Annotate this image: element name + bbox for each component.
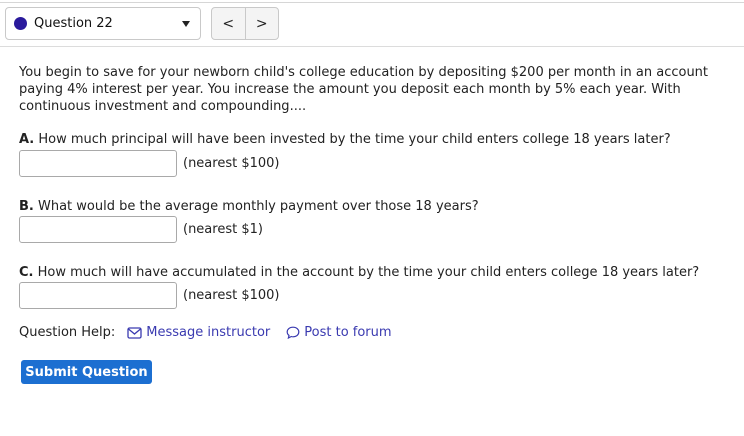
question-help-label: Question Help: [19, 325, 116, 340]
part-b-answer-input[interactable] [19, 216, 177, 243]
prev-question-button[interactable]: < [212, 8, 245, 39]
speech-bubble-icon [286, 326, 300, 339]
top-border [0, 2, 744, 3]
question-help: Question Help: Message instructor Post t… [19, 325, 408, 340]
part-a-hint: (nearest $100) [183, 156, 280, 171]
envelope-icon [127, 326, 142, 339]
next-question-button[interactable]: > [246, 8, 279, 39]
part-a-prefix: A. [19, 132, 35, 147]
caret-down-icon [182, 21, 190, 27]
question-text: You begin to save for your newborn child… [19, 65, 709, 114]
part-b-prefix: B. [19, 199, 34, 214]
submit-question-button[interactable]: Submit Question [21, 360, 152, 384]
message-instructor-label: Message instructor [146, 325, 271, 340]
question-select-label: Question 22 [34, 16, 113, 31]
part-b-prompt: B. What would be the average monthly pay… [19, 199, 479, 214]
part-c-prefix: C. [19, 265, 34, 280]
question-select[interactable]: Question 22 [5, 7, 201, 40]
part-b-text: What would be the average monthly paymen… [33, 199, 479, 214]
part-a-answer-input[interactable] [19, 150, 177, 177]
part-a-prompt: A. How much principal will have been inv… [19, 132, 671, 147]
part-c-answer-input[interactable] [19, 282, 177, 309]
part-a-text: How much principal will have been invest… [34, 132, 671, 147]
part-c-hint: (nearest $100) [183, 288, 280, 303]
part-c-text: How much will have accumulated in the ac… [33, 265, 700, 280]
post-to-forum-link[interactable]: Post to forum [286, 325, 392, 340]
header-separator [0, 46, 744, 47]
message-instructor-link[interactable]: Message instructor [127, 325, 270, 340]
question-nav: < > [211, 7, 279, 40]
part-b-hint: (nearest $1) [183, 222, 263, 237]
status-dot-icon [14, 17, 27, 30]
part-c-prompt: C. How much will have accumulated in the… [19, 265, 699, 280]
post-to-forum-label: Post to forum [304, 325, 392, 340]
